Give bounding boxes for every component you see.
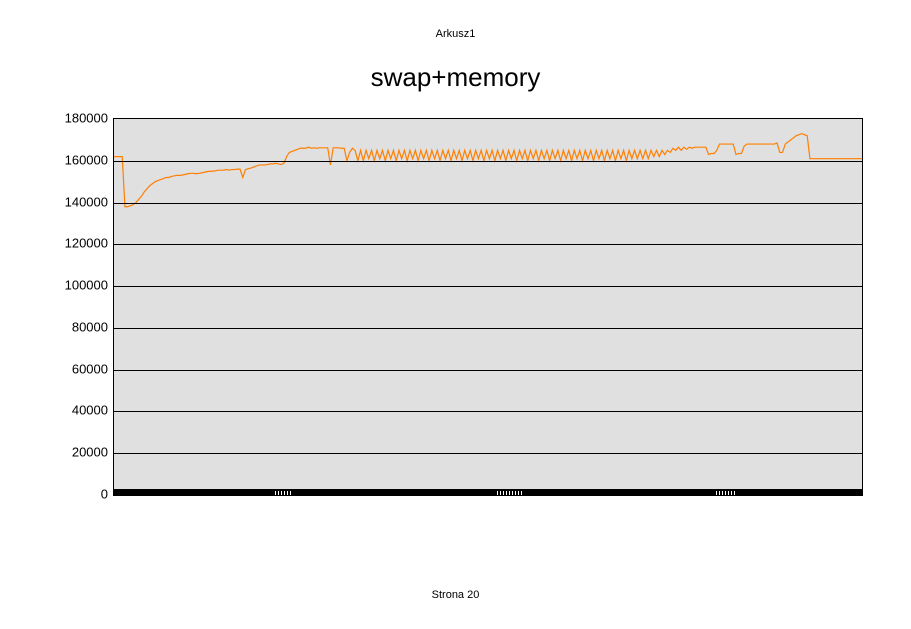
y-tick-label: 20000: [38, 445, 108, 460]
grid-line: [114, 328, 862, 329]
grid-line: [114, 203, 862, 204]
x-tick: [497, 491, 498, 495]
x-tick: [521, 491, 522, 495]
grid-line: [114, 286, 862, 287]
x-tick: [506, 491, 507, 495]
data-series: [114, 119, 862, 495]
y-tick-label: 180000: [38, 111, 108, 126]
y-tick-label: 140000: [38, 194, 108, 209]
y-tick-label: 0: [38, 487, 108, 502]
sheet-name: Arkusz1: [0, 28, 911, 40]
x-tick: [290, 491, 291, 495]
x-axis: [114, 489, 862, 495]
x-tick: [281, 491, 282, 495]
x-tick: [515, 491, 516, 495]
x-tick: [719, 491, 720, 495]
x-tick: [518, 491, 519, 495]
x-tick: [728, 491, 729, 495]
x-tick: [716, 491, 717, 495]
x-tick: [509, 491, 510, 495]
x-tick: [731, 491, 732, 495]
y-tick-label: 40000: [38, 403, 108, 418]
x-tick: [287, 491, 288, 495]
y-tick-label: 80000: [38, 319, 108, 334]
chart-title: swap+memory: [0, 62, 911, 93]
plot-area: [113, 118, 863, 496]
y-tick-label: 120000: [38, 236, 108, 251]
x-tick: [512, 491, 513, 495]
y-tick-label: 160000: [38, 152, 108, 167]
x-tick: [278, 491, 279, 495]
x-tick: [725, 491, 726, 495]
x-tick: [722, 491, 723, 495]
x-tick: [734, 491, 735, 495]
series-path: [114, 134, 862, 207]
grid-line: [114, 161, 862, 162]
x-tick: [500, 491, 501, 495]
grid-line: [114, 453, 862, 454]
chart-container: 0 20000 40000 60000 80000 100000 120000 140000 1…: [30, 112, 880, 512]
grid-line: [114, 370, 862, 371]
x-tick: [275, 491, 276, 495]
grid-line: [114, 244, 862, 245]
page-number: Strona 20: [0, 589, 911, 601]
y-tick-label: 100000: [38, 278, 108, 293]
grid-line: [114, 411, 862, 412]
x-tick: [284, 491, 285, 495]
y-tick-label: 60000: [38, 361, 108, 376]
x-tick: [503, 491, 504, 495]
